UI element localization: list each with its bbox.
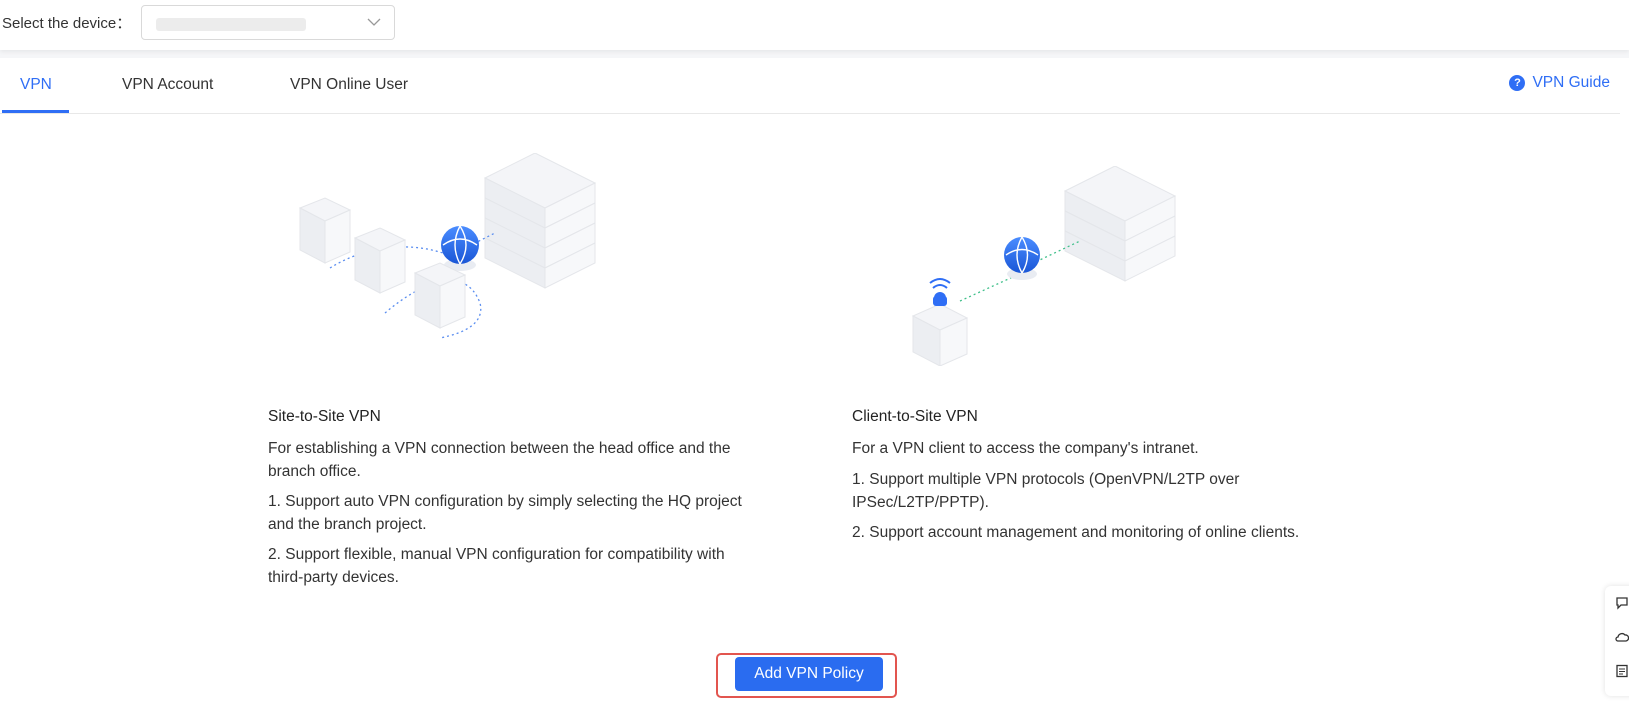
hq-server-stack-icon	[483, 153, 597, 289]
tab-vpn-online-user[interactable]: VPN Online User	[288, 76, 410, 94]
chevron-down-icon	[367, 18, 381, 26]
tab-vpn[interactable]: VPN	[18, 76, 54, 94]
site-to-site-illustration	[298, 153, 597, 339]
hq-server-stack-icon	[1063, 166, 1177, 282]
active-tab-indicator	[2, 110, 69, 113]
client-to-site-feature-1: 1. Support multiple VPN protocols (OpenV…	[852, 471, 1240, 511]
site-to-site-feature-2: 2. Support flexible, manual VPN configur…	[268, 546, 725, 586]
document-list-icon[interactable]	[1615, 664, 1629, 678]
client-to-site-title: Client-to-Site VPN	[852, 408, 978, 425]
device-select-value	[156, 18, 306, 31]
device-selector-bar: Select the device：	[0, 0, 1629, 50]
chat-icon[interactable]	[1615, 596, 1629, 610]
tab-bar: VPN VPN Account VPN Online User ? VPN Gu…	[0, 58, 1620, 114]
tab-vpn-account[interactable]: VPN Account	[120, 76, 215, 94]
device-select[interactable]	[141, 5, 395, 40]
floating-toolbar	[1605, 586, 1629, 696]
client-to-site-illustration	[911, 166, 1177, 366]
device-label: Select the device：	[2, 15, 132, 32]
question-circle-icon: ?	[1509, 75, 1526, 91]
globe-icon	[441, 225, 479, 271]
client-to-site-feature-2: 2. Support account management and monito…	[852, 524, 1300, 541]
site-to-site-description: For establishing a VPN connection betwee…	[268, 440, 731, 480]
branch-server-icon	[298, 197, 467, 329]
add-vpn-policy-button[interactable]: Add VPN Policy	[735, 657, 883, 691]
site-to-site-feature-1: 1. Support auto VPN configuration by sim…	[268, 493, 742, 533]
site-to-site-title: Site-to-Site VPN	[268, 408, 381, 425]
vpn-guide-link[interactable]: ? VPN Guide	[1509, 74, 1610, 92]
globe-icon	[1004, 236, 1040, 280]
client-to-site-description: For a VPN client to access the company's…	[852, 440, 1199, 457]
cloud-icon[interactable]	[1615, 630, 1629, 644]
vpn-guide-label: VPN Guide	[1532, 74, 1610, 91]
client-device-icon	[911, 278, 969, 366]
vpn-main-panel: VPN VPN Account VPN Online User ? VPN Gu…	[0, 58, 1629, 702]
